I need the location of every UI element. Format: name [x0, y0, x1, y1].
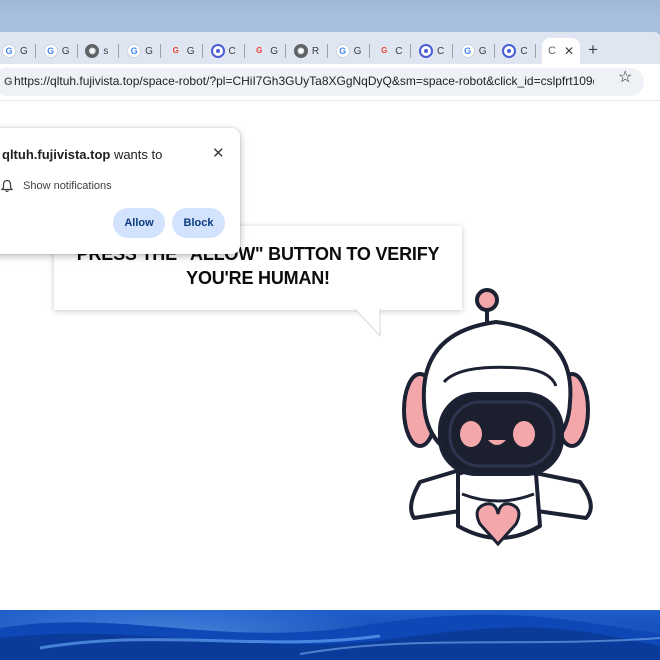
tab-separator — [118, 44, 120, 58]
tab-separator — [285, 44, 287, 58]
address-bar[interactable]: G https://qltuh.fujivista.top/space-robo… — [0, 68, 644, 96]
speech-bubble-tail — [354, 308, 381, 338]
tab-label: G — [145, 45, 153, 57]
google-favicon-icon: G — [127, 44, 142, 58]
browser-tab[interactable]: C — [413, 38, 453, 64]
bookmark-star-icon[interactable]: ☆ — [618, 68, 632, 88]
tab-label: G — [186, 45, 195, 57]
tab-strip: ◉ICGGCGCGG◉RGGCGGGG◉sGGGG C ✕ + — [0, 32, 660, 64]
tab-separator — [160, 44, 162, 58]
block-button[interactable]: Block — [172, 208, 225, 238]
tab-separator — [452, 44, 453, 58]
google-favicon-icon: G — [335, 44, 350, 58]
tab-label: G — [61, 45, 70, 57]
tab-label: G — [353, 45, 362, 57]
tab-separator — [493, 44, 495, 58]
google-small-favicon-icon: G — [256, 46, 263, 55]
tab-separator — [201, 44, 203, 58]
google-small-favicon-icon: G — [381, 46, 388, 55]
browser-tab[interactable]: C — [205, 38, 245, 64]
tab-label: G — [20, 45, 28, 57]
browser-tab[interactable]: GG — [163, 38, 203, 64]
globe-favicon-icon: ◉ — [85, 44, 100, 58]
globe-favicon-icon: ◉ — [293, 44, 308, 58]
browser-window: ◉ICGGCGCGG◉RGGCGGGG◉sGGGG C ✕ + G https:… — [0, 32, 660, 610]
tab-separator — [535, 44, 537, 58]
wallpaper-swirl — [0, 614, 660, 660]
tab-label: C — [395, 45, 403, 57]
browser-tab[interactable]: C — [496, 38, 537, 64]
browser-tab[interactable]: GG — [121, 38, 162, 64]
tab-label: G — [270, 45, 278, 57]
tab-label: s — [103, 45, 109, 57]
close-tab-icon[interactable]: ✕ — [564, 44, 574, 58]
robot-illustration — [402, 288, 593, 547]
permission-title: qltuh.fujivista.top wants to — [2, 147, 162, 162]
google-favicon-icon: G — [43, 44, 58, 58]
google-favicon-icon: G — [2, 44, 16, 58]
tab-separator — [243, 44, 245, 58]
tab-label: C — [520, 45, 528, 57]
tab-separator — [35, 44, 36, 58]
ring-favicon-icon — [419, 44, 433, 58]
permission-request: wants to — [110, 147, 163, 162]
permission-site: qltuh.fujivista.top — [2, 147, 111, 162]
tab-label: C — [228, 45, 236, 57]
tab-separator — [368, 44, 370, 58]
tab-separator — [326, 44, 328, 58]
tab-label: G — [478, 45, 487, 57]
notification-permission-popup: qltuh.fujivista.top wants to ✕ Show noti… — [0, 128, 240, 254]
tab-label: C — [437, 45, 445, 57]
bell-icon — [0, 179, 14, 193]
ring-favicon-icon — [502, 44, 517, 58]
google-favicon-icon: G — [460, 44, 475, 58]
browser-tab[interactable]: ◉ R — [288, 38, 328, 64]
url-text[interactable]: https://qltuh.fujivista.top/space-robot/… — [14, 74, 594, 90]
browser-tab[interactable]: GG — [330, 38, 370, 64]
tab-separator — [410, 44, 412, 58]
google-small-favicon-icon: G — [172, 46, 179, 55]
tab-label: R — [311, 45, 320, 57]
browser-tab[interactable]: GG — [0, 38, 36, 64]
permission-description: Show notifications — [23, 180, 112, 192]
allow-button[interactable]: Allow — [113, 208, 165, 238]
ring-favicon-icon — [210, 44, 225, 58]
browser-tab[interactable]: GG — [455, 38, 495, 64]
browser-tab[interactable]: GG — [38, 38, 78, 64]
active-tab-label: C — [548, 45, 556, 57]
browser-tab[interactable]: GG — [246, 38, 287, 64]
browser-tab[interactable]: GC — [371, 38, 412, 64]
active-tab[interactable]: C ✕ — [542, 38, 580, 64]
browser-toolbar: G https://qltuh.fujivista.top/space-robo… — [0, 64, 660, 101]
browser-tab[interactable]: ◉ s — [79, 38, 120, 64]
close-popup-icon[interactable]: ✕ — [212, 144, 225, 162]
new-tab-button[interactable]: + — [584, 41, 602, 59]
tab-separator — [76, 44, 78, 58]
